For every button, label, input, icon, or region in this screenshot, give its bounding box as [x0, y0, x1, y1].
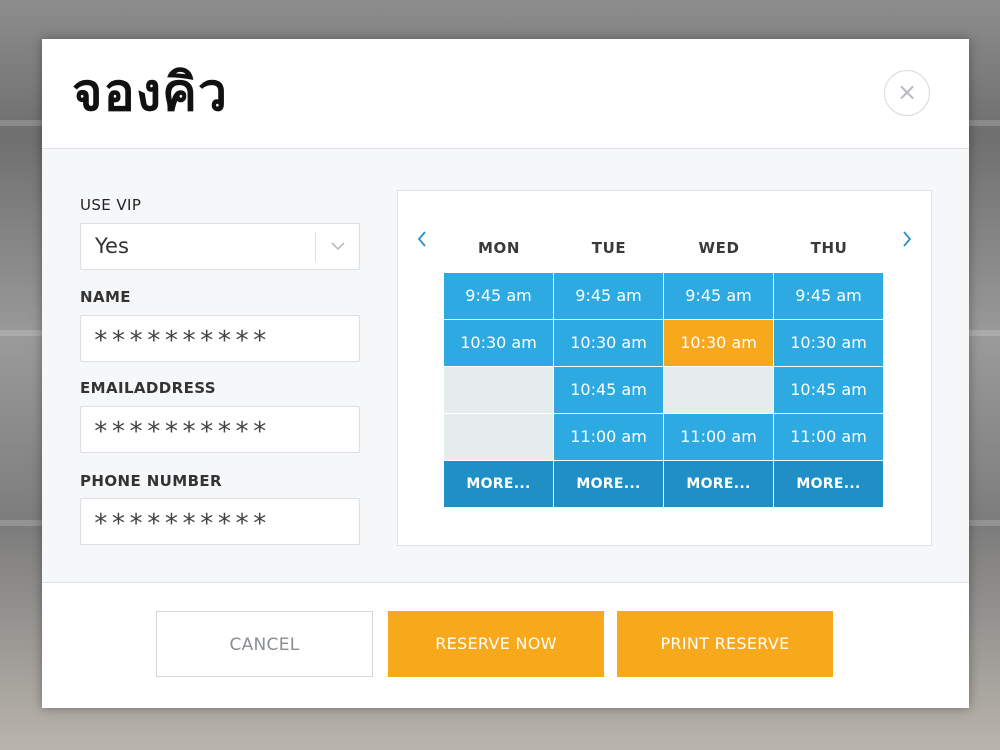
- time-slot-thu[interactable]: 10:30 am: [774, 320, 883, 366]
- name-label: NAME: [80, 288, 131, 306]
- time-slot-thu[interactable]: 9:45 am: [774, 273, 883, 319]
- time-slot-wed-selected[interactable]: 10:30 am: [664, 320, 773, 366]
- time-slot-tue[interactable]: 10:30 am: [554, 320, 663, 366]
- phone-field[interactable]: **********: [80, 498, 360, 545]
- close-button[interactable]: ×: [884, 70, 930, 116]
- email-field[interactable]: **********: [80, 406, 360, 453]
- name-field[interactable]: **********: [80, 315, 360, 362]
- cancel-button[interactable]: CANCEL: [156, 611, 373, 677]
- reserve-now-button[interactable]: RESERVE NOW: [388, 611, 604, 677]
- more-button-wed[interactable]: MORE...: [664, 461, 773, 507]
- vip-select[interactable]: Yes: [80, 223, 360, 270]
- more-button-tue[interactable]: MORE...: [554, 461, 663, 507]
- chevron-down-icon: [331, 242, 345, 251]
- time-slot-empty: [664, 367, 773, 413]
- time-slot-empty: [444, 367, 553, 413]
- reservation-modal: จองคิว × USE VIP Yes NAME ********** EMA…: [42, 39, 969, 708]
- chevron-right-icon[interactable]: [900, 229, 914, 249]
- more-button-mon[interactable]: MORE...: [444, 461, 553, 507]
- email-label: EMAILADDRESS: [80, 379, 216, 397]
- time-slot-wed[interactable]: 11:00 am: [664, 414, 773, 460]
- vip-label: USE VIP: [80, 196, 142, 214]
- time-slot-thu[interactable]: 11:00 am: [774, 414, 883, 460]
- time-slot-tue[interactable]: 11:00 am: [554, 414, 663, 460]
- select-divider: [315, 232, 316, 262]
- time-slot-tue[interactable]: 10:45 am: [554, 367, 663, 413]
- chevron-left-icon[interactable]: [415, 229, 429, 249]
- time-slot-thu[interactable]: 10:45 am: [774, 367, 883, 413]
- time-slot-wed[interactable]: 9:45 am: [664, 273, 773, 319]
- day-header-wed: WED: [698, 239, 740, 257]
- print-reserve-button[interactable]: PRINT RESERVE: [617, 611, 833, 677]
- phone-label: PHONE NUMBER: [80, 472, 223, 490]
- time-slot-mon[interactable]: 9:45 am: [444, 273, 553, 319]
- close-icon: ×: [896, 78, 918, 106]
- schedule-panel: MON TUE WED THU 9:45 am 9:45 am 9:45 am …: [397, 190, 932, 546]
- vip-select-value: Yes: [95, 234, 129, 258]
- more-button-thu[interactable]: MORE...: [774, 461, 883, 507]
- time-slot-tue[interactable]: 9:45 am: [554, 273, 663, 319]
- name-field-value: **********: [93, 326, 270, 356]
- phone-field-value: **********: [93, 509, 270, 539]
- modal-header: จองคิว ×: [42, 39, 969, 149]
- modal-title: จองคิว: [72, 63, 229, 123]
- day-header-mon: MON: [477, 239, 521, 257]
- time-slot-mon[interactable]: 10:30 am: [444, 320, 553, 366]
- day-header-thu: THU: [810, 239, 848, 257]
- day-header-tue: TUE: [591, 239, 627, 257]
- email-field-value: **********: [93, 417, 270, 447]
- time-slot-empty: [444, 414, 553, 460]
- time-slot-grid: 9:45 am 9:45 am 9:45 am 9:45 am 10:30 am…: [444, 273, 884, 509]
